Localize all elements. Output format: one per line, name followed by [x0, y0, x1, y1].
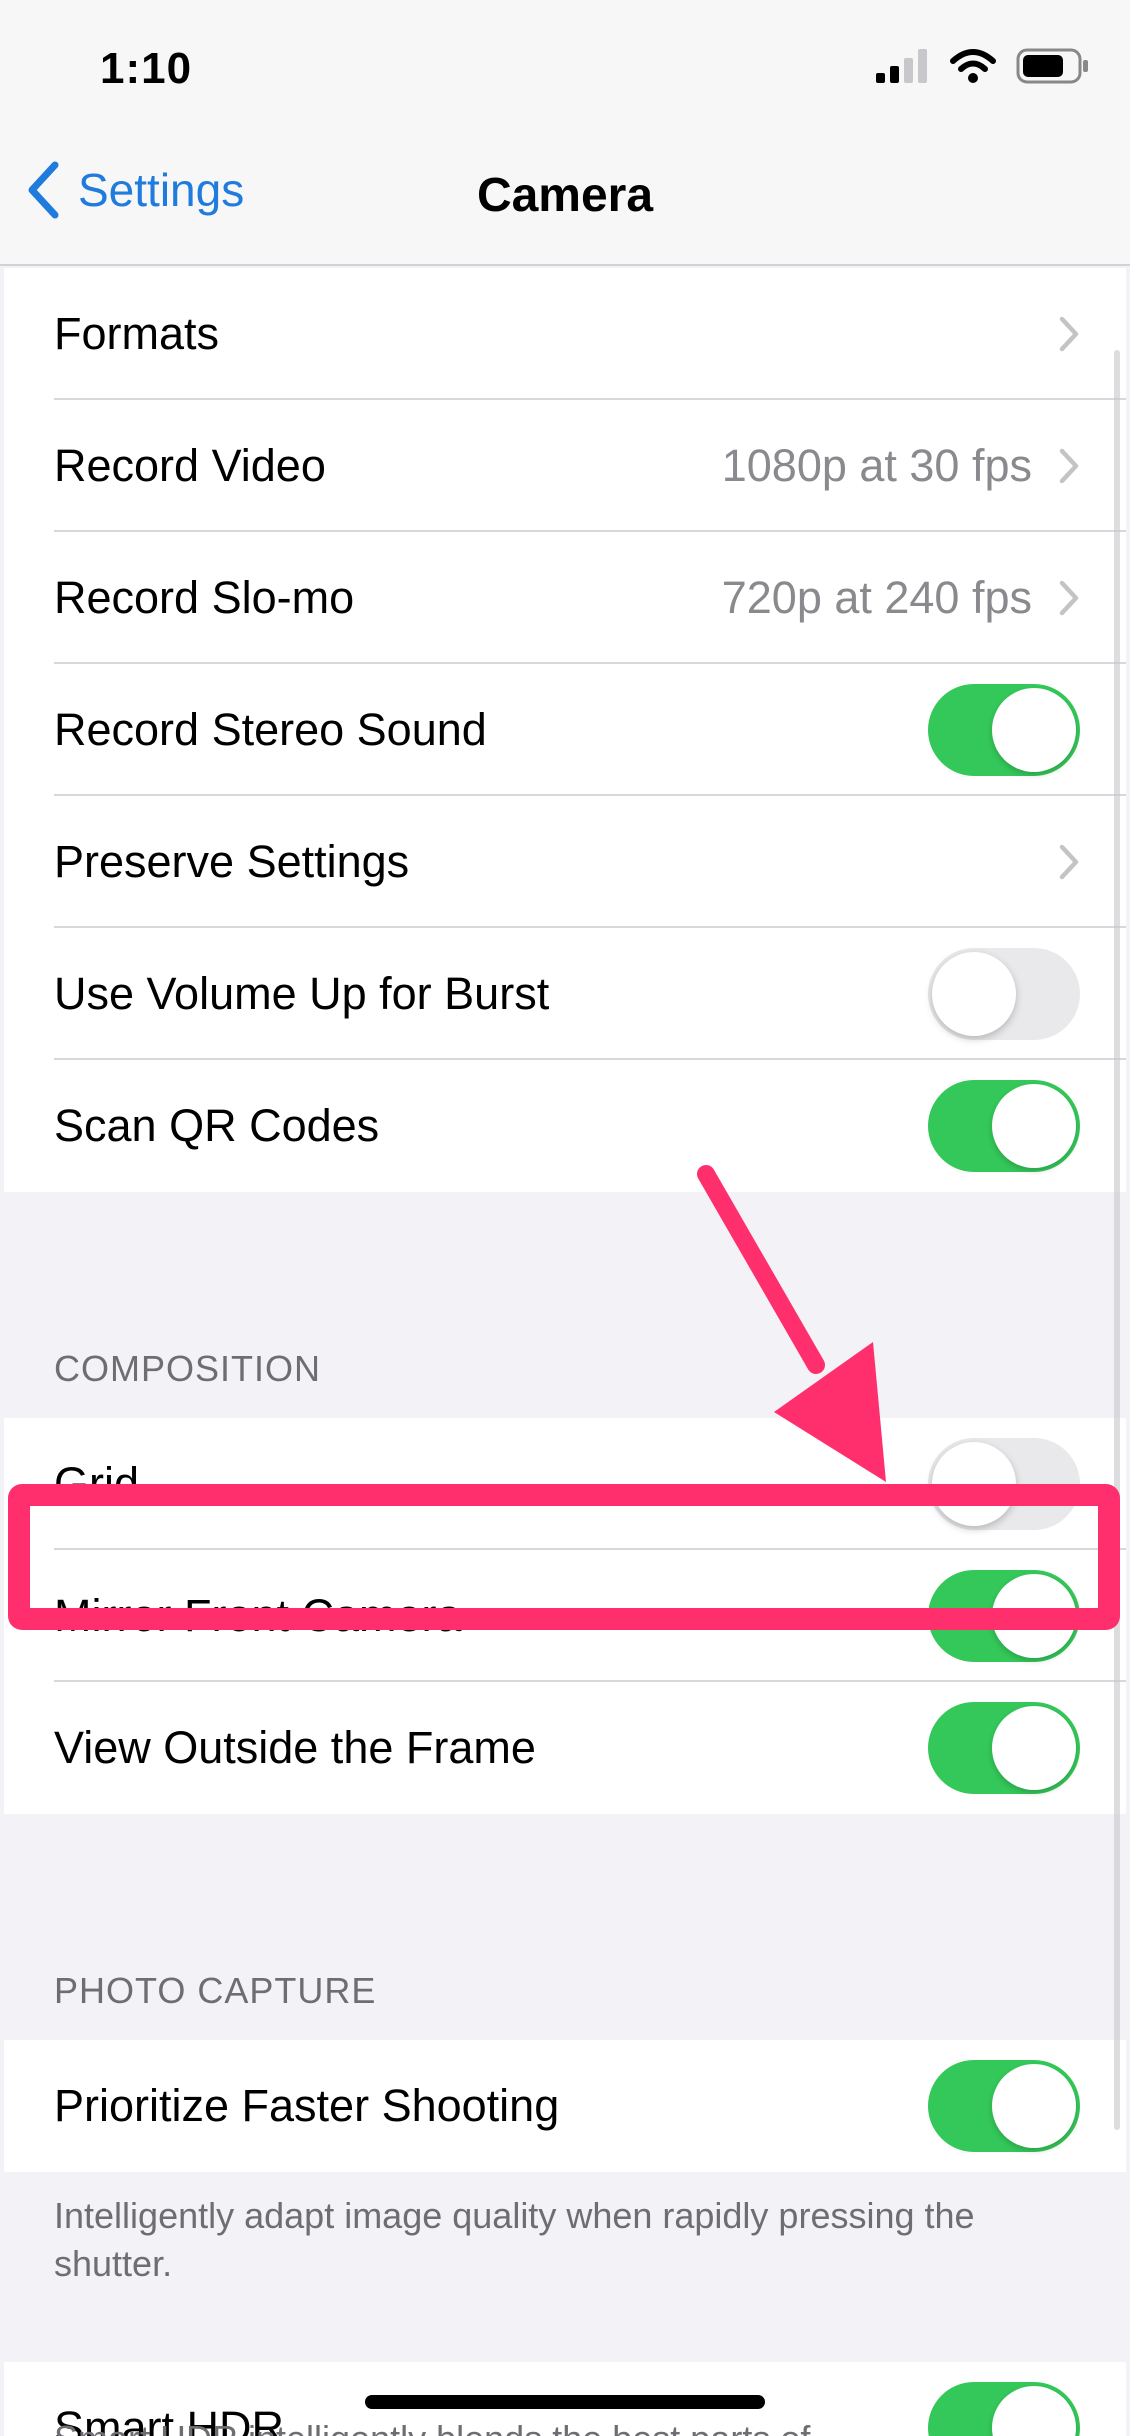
annotation-arrow-icon	[697, 1165, 886, 1482]
home-indicator[interactable]	[365, 2395, 765, 2409]
camera-settings-screen: 1:10 Settings Camera Formats Record Vide…	[0, 0, 1130, 2436]
